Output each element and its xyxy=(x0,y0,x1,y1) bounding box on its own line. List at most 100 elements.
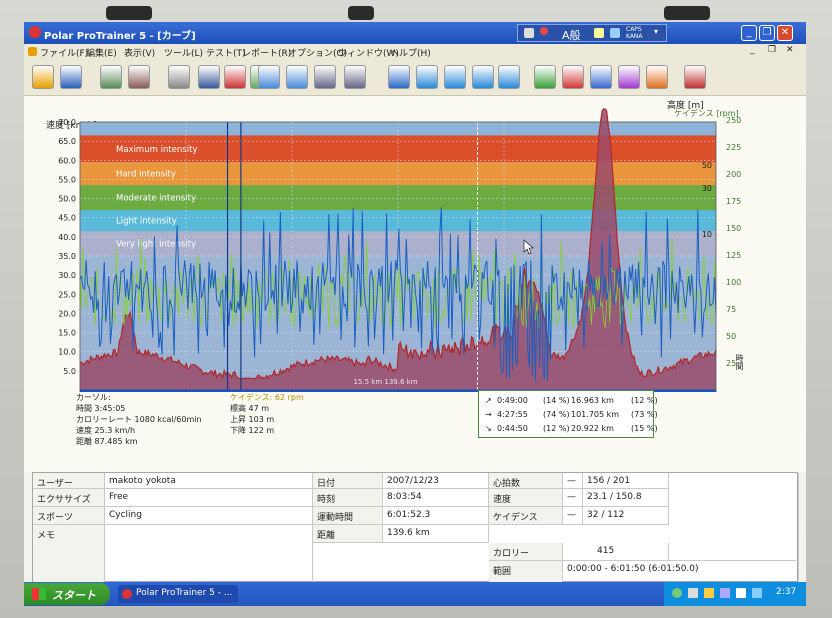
exercise-icon[interactable] xyxy=(100,65,122,89)
y-left-tick-label: 60.0 xyxy=(58,156,76,165)
title-bar[interactable]: Polar ProTrainer 5 - [カーブ] A般 CAPS KANA … xyxy=(24,22,806,44)
bar-chart-icon[interactable] xyxy=(286,65,308,89)
menu-edit[interactable]: 編集(E) xyxy=(86,46,117,59)
y-right-tick-label: 125 xyxy=(726,251,741,260)
maximize-button[interactable]: ❐ xyxy=(759,25,775,41)
close-button[interactable]: ✕ xyxy=(777,25,793,41)
user-label: ユーザー xyxy=(33,473,105,489)
menu-view[interactable]: 表示(V) xyxy=(124,46,155,59)
y-right-tick-label: 50 xyxy=(726,332,736,341)
save-icon[interactable] xyxy=(60,65,82,89)
intensity-zone-label: Hard intensity xyxy=(116,170,176,180)
menu-report[interactable]: レポート(R) xyxy=(242,46,291,59)
slope-distance: 16.963 km xyxy=(571,396,614,405)
cursor-kcal-label: カロリーレート xyxy=(76,415,132,424)
keyboard-icon[interactable] xyxy=(524,28,534,38)
ime-mode-label[interactable]: A般 xyxy=(562,27,581,43)
sync-icon[interactable] xyxy=(444,65,466,89)
menu-test[interactable]: テスト(T) xyxy=(206,46,246,59)
help-icon[interactable] xyxy=(610,28,620,38)
distance-value: 139.6 km xyxy=(383,525,489,543)
mdi-close-icon[interactable]: ✕ xyxy=(786,45,794,55)
speed-label: 速度 xyxy=(489,489,563,507)
table-icon[interactable] xyxy=(314,65,336,89)
calendar-icon[interactable] xyxy=(168,65,190,89)
report4-icon[interactable] xyxy=(618,65,640,89)
screen: Polar ProTrainer 5 - [カーブ] A般 CAPS KANA … xyxy=(24,22,806,606)
intensity-zone-label: Light intensity xyxy=(116,217,177,227)
y-left-tick-label: 45.0 xyxy=(58,214,76,223)
cadence-label: ケイデンス xyxy=(489,507,563,525)
battery-icon[interactable] xyxy=(736,588,746,598)
wireless-icon[interactable] xyxy=(752,588,762,598)
signal-icon[interactable] xyxy=(498,65,520,89)
menu-tools[interactable]: ツール(L) xyxy=(164,46,203,59)
list-icon[interactable] xyxy=(344,65,366,89)
mdi-doc-icon[interactable] xyxy=(28,47,37,56)
slope-summary-box: ↗ 0:49:00 (14 %) 16.963 km (12 %) → 4:27:55 (74… xyxy=(478,390,658,438)
y-left-tick-label: 55.0 xyxy=(58,175,76,184)
cursor-info-left: カーソル: 時間 3:45:05 カロリーレート 1080 kcal/60min… xyxy=(76,392,202,447)
polar-app-icon xyxy=(122,589,132,599)
test-icon[interactable] xyxy=(224,65,246,89)
speed-dash: — xyxy=(563,489,583,507)
memo-field[interactable] xyxy=(105,525,313,583)
y-right-tick-label: 225 xyxy=(726,143,741,152)
report5-icon[interactable] xyxy=(646,65,668,89)
report2-icon[interactable] xyxy=(562,65,584,89)
slope-arrow: ↘ xyxy=(485,424,492,433)
distance-label: 距離 xyxy=(313,525,383,543)
altitude-tick-label: 30 xyxy=(702,184,712,193)
cursor-info-mid: ケイデンス: 62 rpm 標高 47 m 上昇 103 m 下降 122 m xyxy=(230,392,304,436)
report1-icon[interactable] xyxy=(534,65,556,89)
langbar-options-icon[interactable]: ▾ xyxy=(654,27,658,36)
report3-icon[interactable] xyxy=(590,65,612,89)
volume-icon[interactable] xyxy=(720,588,730,598)
mdi-restore-icon[interactable]: ❐ xyxy=(768,45,776,55)
download-icon[interactable] xyxy=(416,65,438,89)
y-left-tick-label: 10.0 xyxy=(58,348,76,357)
start-time-label: 時刻 xyxy=(313,489,383,507)
slope-distance: 101.705 km xyxy=(571,410,620,419)
security-icon[interactable] xyxy=(704,588,714,598)
windows-flag-icon xyxy=(32,588,46,600)
open-folder-icon[interactable] xyxy=(32,65,54,89)
ime-icon[interactable] xyxy=(540,27,548,35)
y-right-tick-label: 250 xyxy=(726,116,741,125)
mdi-minimize-icon[interactable]: _ xyxy=(750,45,755,55)
stopwatch-icon[interactable] xyxy=(472,65,494,89)
curve-plot[interactable]: Maximum intensity Hard intensity Moderate … xyxy=(24,96,806,392)
slope-distance-pct: (15 %) xyxy=(631,424,658,433)
taskbar-app-button[interactable]: Polar ProTrainer 5 - ... xyxy=(118,585,238,603)
date-value: 2007/12/23 xyxy=(383,473,489,489)
bezel-clip-center xyxy=(348,6,374,20)
zoom-icon[interactable] xyxy=(388,65,410,89)
hr-value: 156 / 201 xyxy=(583,473,669,489)
cursor-time-value: 3:45:05 xyxy=(94,404,126,413)
speed-value: 23.1 / 150.8 xyxy=(583,489,669,507)
cursor-header: カーソル: xyxy=(76,393,111,402)
cadence-value: 32 / 112 xyxy=(583,507,669,525)
language-bar[interactable]: A般 CAPS KANA ▾ xyxy=(517,24,667,42)
curve-icon[interactable] xyxy=(258,65,280,89)
y-left-tick-label: 20.0 xyxy=(58,309,76,318)
network-icon[interactable] xyxy=(672,588,682,598)
diary-icon[interactable] xyxy=(198,65,220,89)
ime-pad-icon[interactable] xyxy=(594,28,604,38)
menu-help[interactable]: ヘルプ(H) xyxy=(390,46,431,59)
exercise-summary-table: ユーザー makoto yokota エクササイズ Free スポーツ Cycl… xyxy=(32,472,799,583)
cursor-descent-label: 下降 xyxy=(230,426,246,435)
exercise-label: エクササイズ xyxy=(33,489,105,507)
exercise-settings-icon[interactable] xyxy=(128,65,150,89)
menu-file[interactable]: ファイル(F) xyxy=(40,46,88,59)
intensity-zone-label: Very light intensity xyxy=(116,240,196,250)
cursor-alt-value: 47 m xyxy=(248,404,270,413)
app-icon[interactable] xyxy=(29,26,41,38)
usb-icon[interactable] xyxy=(688,588,698,598)
clock[interactable]: 2:37 xyxy=(776,587,796,597)
start-label: スタート xyxy=(52,589,96,602)
start-button[interactable]: スタート xyxy=(24,583,110,605)
cadence-dash: — xyxy=(563,507,583,525)
minimize-button[interactable]: _ xyxy=(741,25,757,41)
users-icon[interactable] xyxy=(684,65,706,89)
